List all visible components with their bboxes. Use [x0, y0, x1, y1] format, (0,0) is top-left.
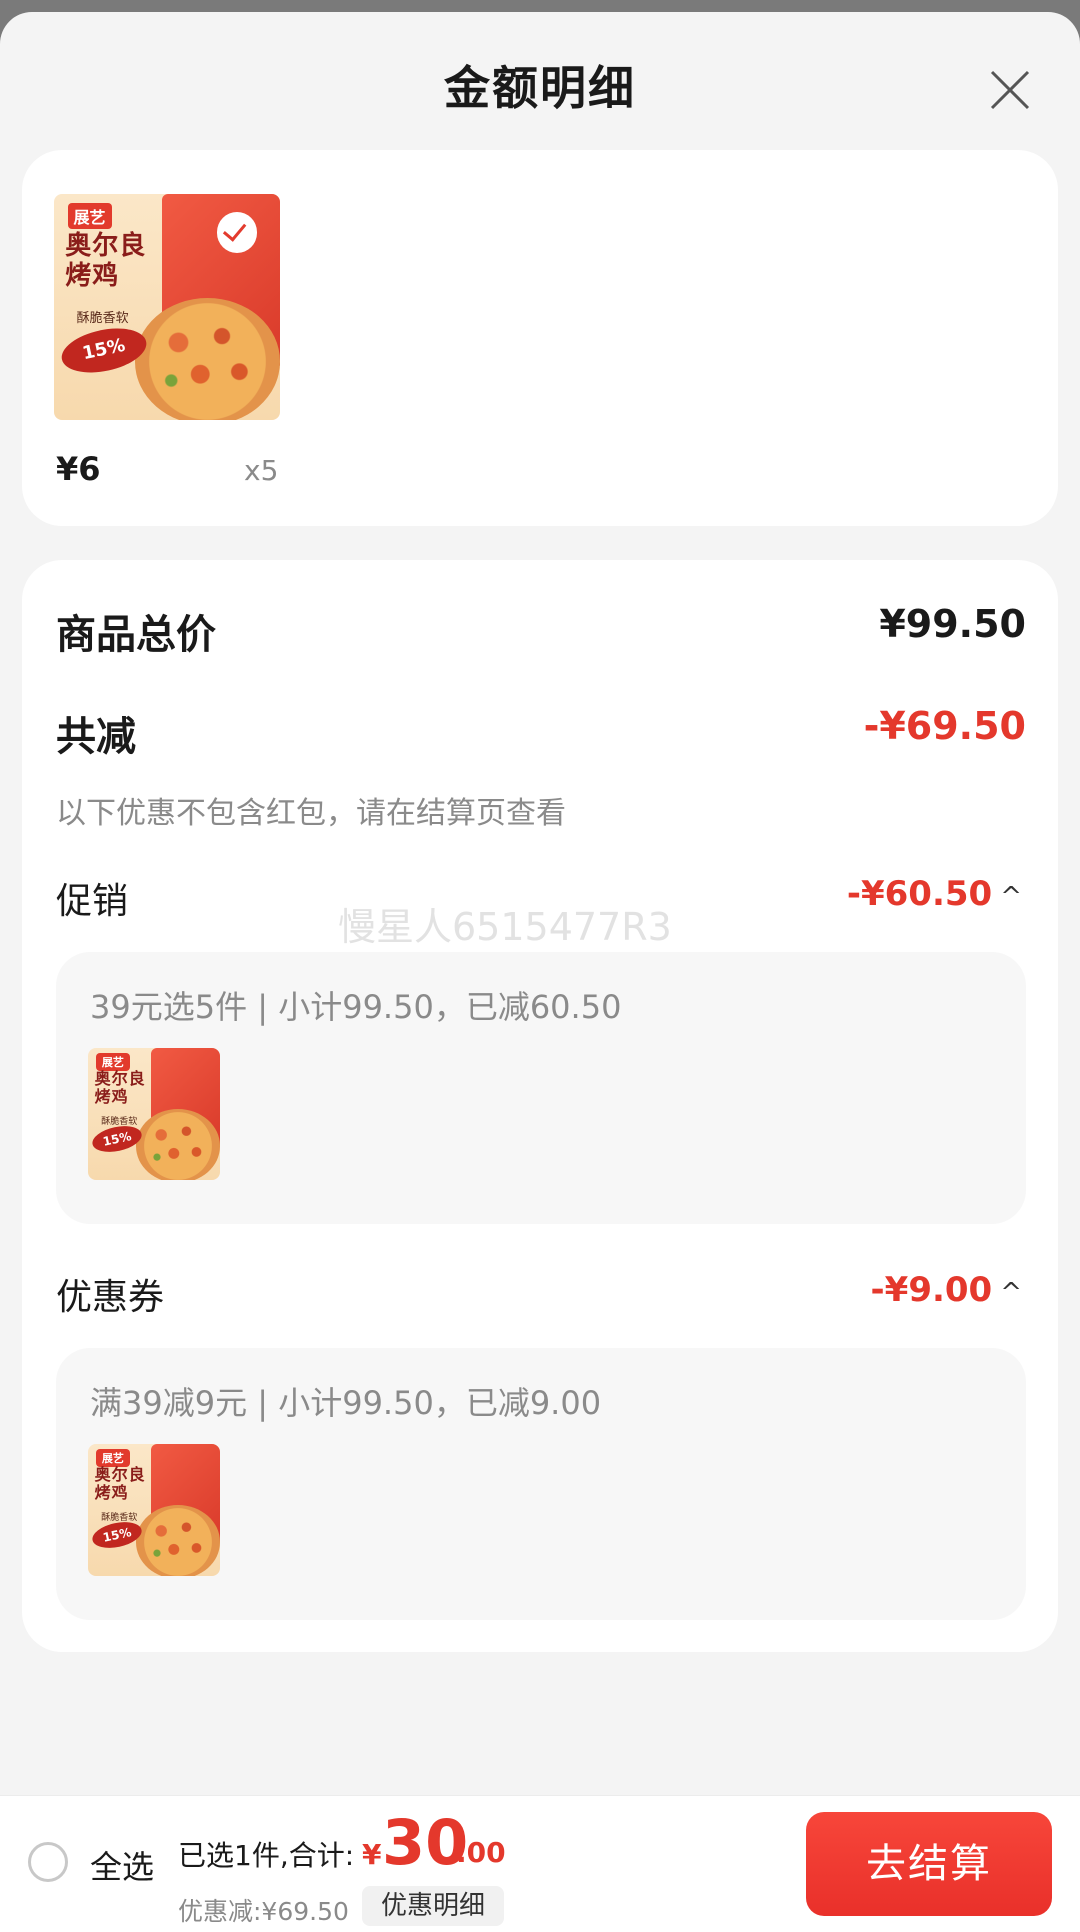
total-currency: ¥ — [362, 1838, 382, 1871]
product-card: 展艺 奥尔良 烤鸡 酥脆香软 15% ¥6 x5 — [22, 150, 1058, 526]
coupon-detail-box: 满39减9元 | 小计99.50，已减9.00 展艺 奥尔良 烤鸡 酥脆香软 15… — [56, 1348, 1026, 1620]
summary-card: 商品总价 ¥99.50 共减 -¥69.50 以下优惠不包含红包，请在结算页查看… — [22, 560, 1058, 1652]
sheet-title: 金额明细 — [444, 61, 636, 115]
discount-summary: 优惠减:¥69.50 — [178, 1897, 349, 1926]
product-quantity: x5 — [244, 454, 279, 487]
checkout-bar: 全选 已选1件,合计: ¥ 30 .00 优惠减:¥69.50 优惠明细 去结算 — [0, 1795, 1080, 1932]
check-icon — [216, 212, 258, 253]
select-all-label[interactable]: 全选 — [90, 1842, 154, 1888]
chevron-up-icon: ^ — [1000, 1278, 1022, 1308]
coupon-detail-text: 满39减9元 | 小计99.50，已减9.00 — [90, 1384, 602, 1422]
discount-note: 以下优惠不包含红包，请在结算页查看 — [56, 796, 566, 831]
promotion-product-image[interactable]: 展艺 奥尔良 烤鸡 酥脆香软 15% — [88, 1048, 220, 1180]
select-all-radio[interactable] — [28, 1842, 68, 1882]
discount-detail-button[interactable]: 优惠明细 — [362, 1886, 504, 1926]
total-reduce-value: -¥69.50 — [863, 704, 1026, 748]
selected-count-text: 已选1件,合计: — [178, 1839, 355, 1872]
total-price-value: ¥99.50 — [879, 602, 1026, 646]
promotion-label: 促销 — [56, 881, 129, 922]
promotion-detail-text: 39元选5件 | 小计99.50，已减60.50 — [90, 988, 622, 1026]
total-amount-decimal: .00 — [456, 1836, 506, 1869]
watermark: 慢星人6515477R3 — [338, 905, 672, 949]
coupon-value[interactable]: -¥9.00 ^ — [871, 1270, 1022, 1310]
promotion-value[interactable]: -¥60.50 ^ — [847, 874, 1022, 914]
product-price: ¥6 — [56, 450, 101, 488]
total-reduce-label: 共减 — [56, 714, 136, 760]
chevron-up-icon: ^ — [1000, 882, 1022, 912]
product-image[interactable]: 展艺 奥尔良 烤鸡 酥脆香软 15% — [54, 194, 280, 420]
amount-detail-sheet: 金额明细 展艺 奥尔良 烤鸡 酥脆香软 15% ¥6 x5 商品总价 ¥99.50… — [0, 12, 1080, 1932]
total-price-label: 商品总价 — [56, 612, 216, 658]
promotion-detail-box: 39元选5件 | 小计99.50，已减60.50 展艺 奥尔良 烤鸡 酥脆香软 1… — [56, 952, 1026, 1224]
close-icon[interactable] — [984, 64, 1036, 116]
checkout-button[interactable]: 去结算 — [806, 1812, 1052, 1916]
coupon-product-image[interactable]: 展艺 奥尔良 烤鸡 酥脆香软 15% — [88, 1444, 220, 1576]
coupon-label: 优惠券 — [56, 1277, 165, 1318]
